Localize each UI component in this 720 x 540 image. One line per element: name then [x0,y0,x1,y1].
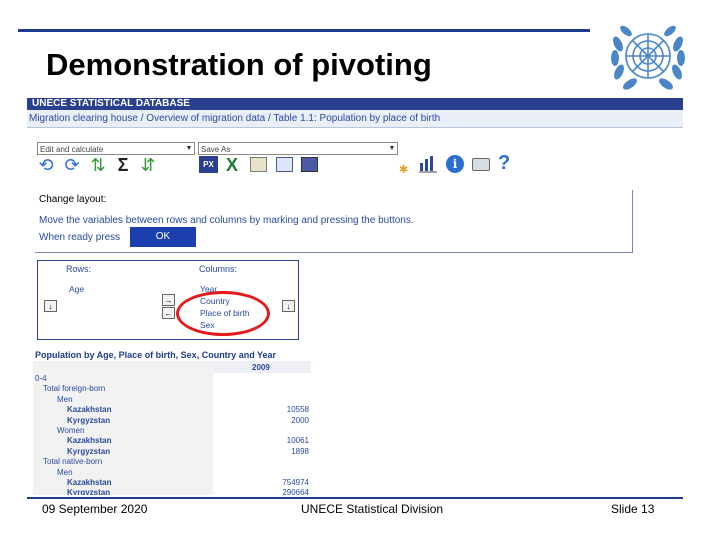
data-table: 2009 0-4 Total foreign-born Men Kazakhstan 1… [33,361,311,495]
columns-label: Columns: [199,264,238,274]
columns-move-down-button[interactable]: ↓ [282,300,295,312]
table-row-label: Women [57,426,85,435]
table-row-label: Men [57,467,73,477]
move-to-rows-button[interactable]: ← [162,307,175,319]
table-title: Population by Age, Place of birth, Sex, … [35,350,277,360]
rows-move-down-button[interactable]: ↓ [44,300,57,312]
bar-chart-icon[interactable] [418,155,438,173]
table-row-label: Kazakhstan [67,405,112,415]
redo-icon[interactable]: ⟳ [62,155,82,175]
transpose-icon[interactable]: ⇅ [88,155,108,175]
table-row-value: 754974 [282,478,309,487]
settings-icon[interactable]: ✱ [399,163,408,176]
save-as-select[interactable]: Save As ▼ [198,142,398,155]
slide-title: Demonstration of pivoting [46,47,432,82]
table-row-value: 290664 [282,488,309,495]
excel-icon[interactable]: X [222,155,242,175]
save-as-select-value: Save As [201,145,231,154]
rows-label: Rows: [66,264,92,274]
table-row-label: Kyrgyzstan [67,488,111,495]
printer-icon[interactable] [472,158,490,171]
table-row-value: 10061 [286,436,309,446]
change-layout-heading: Change layout: [39,194,107,205]
undo-icon[interactable]: ⟲ [36,155,56,175]
highlight-ellipse [176,291,270,336]
title-rule [18,29,590,32]
layout-instruction: Move the variables between rows and colu… [39,215,414,226]
chevron-down-icon: ▼ [388,145,396,152]
table-row-value: 10558 [286,405,309,415]
rows-item-age[interactable]: Age [69,284,84,294]
footer-date: 09 September 2020 [42,502,148,516]
table-row-label: Total foreign-born [43,384,106,394]
un-emblem-icon [611,25,685,90]
px-file-icon[interactable]: PX [199,156,218,173]
table-row-label: Kazakhstan [67,478,112,487]
table-row-label: Kazakhstan [67,436,112,446]
database-title-bar: UNECE STATISTICAL DATABASE [27,98,683,110]
table-icon[interactable] [276,157,293,172]
ok-button[interactable]: OK [130,227,196,247]
breadcrumb[interactable]: Migration clearing house / Overview of m… [27,110,683,128]
table-row-value: 2000 [291,415,309,425]
footer-organization: UNECE Statistical Division [301,502,444,516]
sum-icon[interactable]: Σ [113,155,133,175]
info-icon[interactable]: i [446,155,464,173]
ready-text: When ready press [39,232,121,243]
help-icon[interactable]: ? [498,152,510,175]
footer-slide-number: Slide 13 [611,502,655,516]
table-row-label: Kyrgyzstan [67,415,111,425]
table-row-label: Men [57,394,73,404]
edit-calculate-select[interactable]: Edit and calculate ▼ [37,142,195,155]
table-row-label: Kyrgyzstan [67,446,111,456]
table-row-label: 0-4 [35,374,47,383]
edit-calculate-select-value: Edit and calculate [40,145,104,154]
change-layout-panel: Change layout: Move the variables betwee… [35,190,633,253]
text-file-icon[interactable] [250,157,267,172]
table-row-label: Total native-born [43,457,103,467]
year-header: 2009 [252,363,270,372]
sort-icon[interactable]: ⇵ [138,155,158,175]
save-disk-icon[interactable] [301,157,318,172]
footer-rule [27,497,683,499]
move-to-columns-button[interactable]: → [162,294,175,306]
chevron-down-icon: ▼ [185,145,193,152]
table-row-value: 1898 [291,446,309,456]
